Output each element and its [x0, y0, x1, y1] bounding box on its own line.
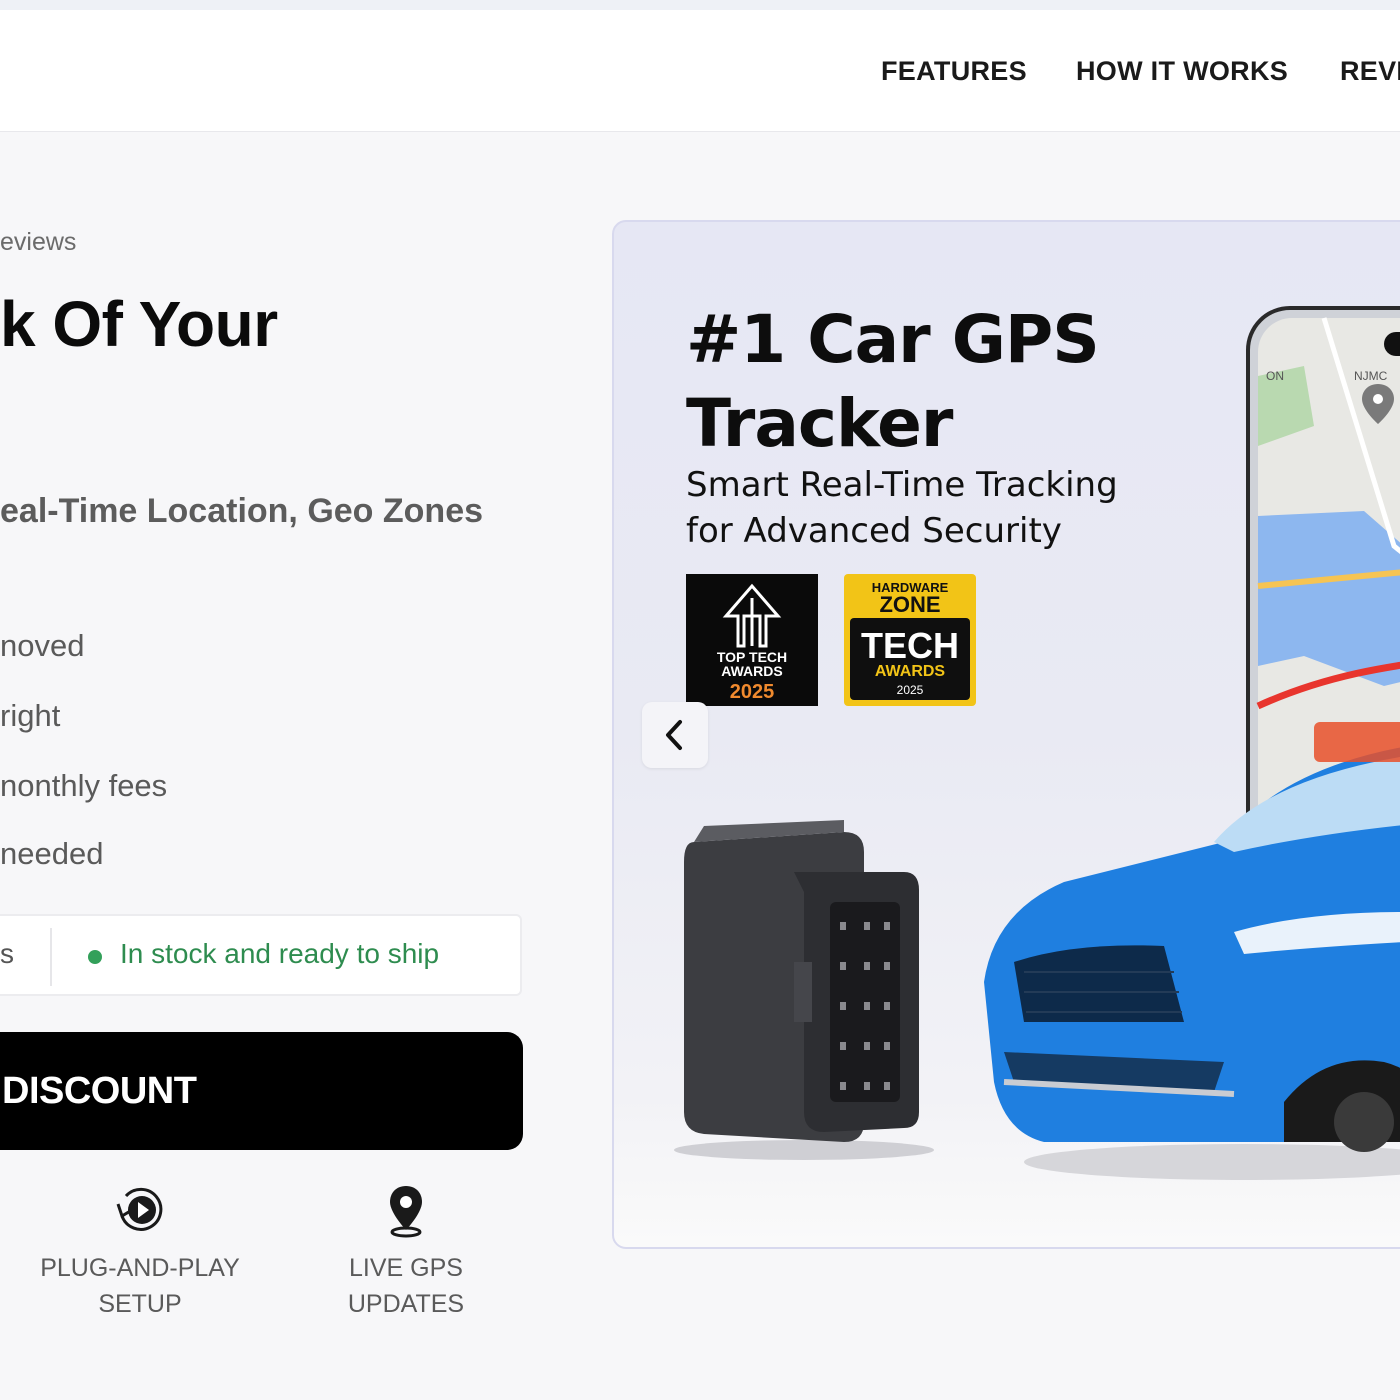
stock-status-dot-icon: [88, 950, 102, 964]
hero-subtitle: eal-Time Location, Geo Zones: [0, 492, 484, 530]
hero-content: eviews k Of Your eal-Time Location, Geo …: [0, 132, 600, 1400]
award2-line3: TECH: [861, 625, 959, 666]
reviews-count[interactable]: eviews: [0, 228, 76, 257]
play-circle-icon: [116, 1187, 163, 1231]
feature-item: noved: [0, 628, 85, 663]
nav-features[interactable]: FEATURES: [881, 56, 1027, 87]
top-tech-awards-logo: TOP TECH AWARDS 2025: [686, 574, 818, 706]
badge-label-line2: SETUP: [98, 1290, 182, 1318]
feature-item: needed: [0, 836, 104, 871]
feature-item: right: [0, 698, 61, 733]
nav-how-it-works[interactable]: HOW IT WORKS: [1076, 56, 1288, 87]
cta-label: DISCOUNT: [2, 1070, 197, 1112]
blue-suv-car-image: [984, 722, 1400, 1180]
badge-label-line1: PLUG-AND-PLAY: [40, 1254, 240, 1282]
banner-sub-line1: Smart Real-Time Tracking: [686, 465, 1118, 505]
banner-sub-line2: for Advanced Security: [686, 511, 1062, 551]
banner-headline-line2: Tracker: [686, 385, 953, 462]
stock-info-box: s In stock and ready to ship: [0, 914, 522, 996]
hero-title: k Of Your: [0, 288, 278, 360]
badge-label-line1: LIVE GPS: [349, 1254, 463, 1282]
map-pin-icon: [390, 1186, 422, 1238]
badge-plug-and-play: PLUG-AND-PLAY SETUP: [20, 1182, 260, 1322]
nav-reviews[interactable]: REVI: [1340, 56, 1400, 87]
obd-tracker-device-image: [674, 820, 934, 1160]
divider: [50, 928, 52, 986]
top-strip: [0, 0, 1400, 10]
stock-status: In stock and ready to ship: [120, 938, 440, 969]
hero-banner-slide: #1 Car GPS Tracker Smart Real-Time Track…: [612, 220, 1400, 1249]
award2-line4: AWARDS: [875, 663, 946, 680]
stock-info-left: s: [0, 938, 14, 969]
map-label: ON: [1266, 369, 1284, 383]
award1-year: 2025: [730, 681, 775, 703]
badge-live-gps: LIVE GPS UPDATES: [286, 1182, 526, 1322]
award2-year: 2025: [897, 683, 924, 697]
banner-headline-line1: #1 Car GPS: [686, 301, 1100, 378]
hardwarezone-tech-awards-logo: HARDWARE ZONE TECH AWARDS 2025: [844, 574, 976, 706]
banner-subheadline: Smart Real-Time Tracking for Advanced Se…: [686, 462, 1118, 554]
chevron-left-icon: [666, 720, 682, 750]
map-label: NJMC: [1354, 369, 1388, 383]
navbar: FEATURES HOW IT WORKS REVI: [0, 10, 1400, 132]
award2-line2: ZONE: [879, 592, 940, 617]
carousel-prev-button[interactable]: [642, 702, 708, 768]
award1-line2: AWARDS: [721, 663, 782, 679]
discount-cta-button[interactable]: DISCOUNT: [0, 1032, 523, 1150]
badge-label-line2: UPDATES: [347, 1290, 465, 1318]
banner-headline: #1 Car GPS Tracker: [686, 298, 1100, 466]
feature-item: nonthly fees: [0, 768, 168, 803]
